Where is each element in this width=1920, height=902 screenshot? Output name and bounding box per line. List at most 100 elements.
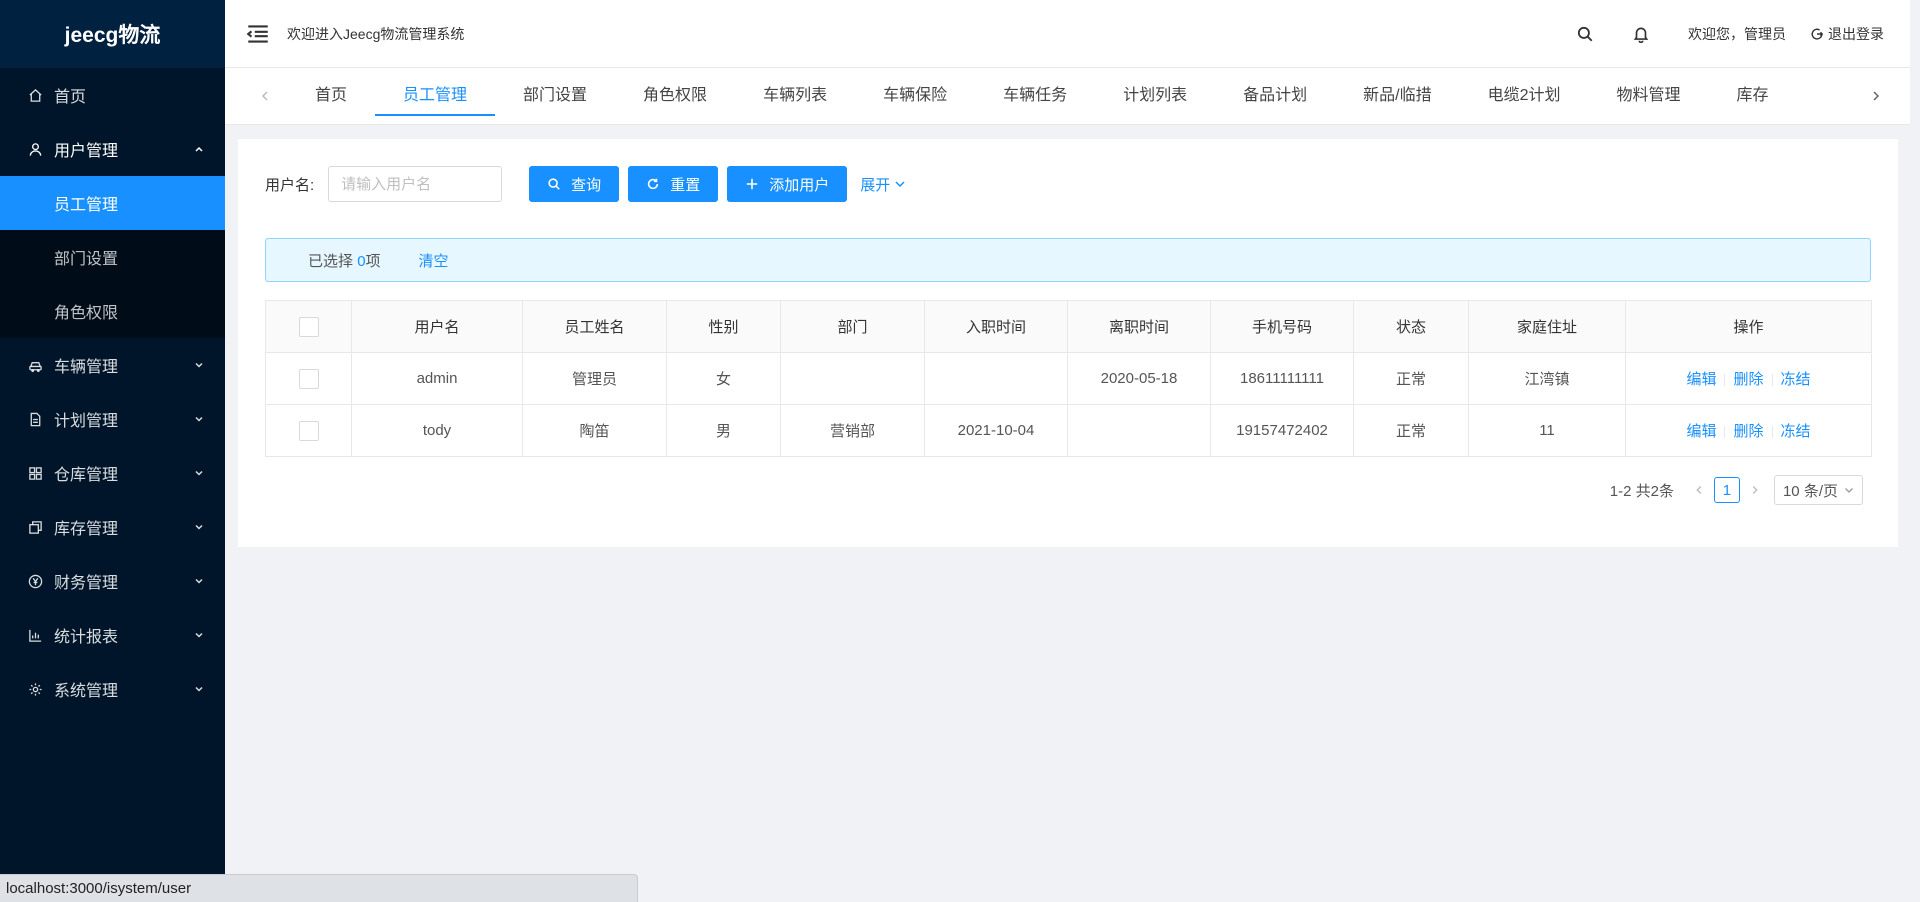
cell-name: 陶笛 [522,404,667,457]
menu-fold-icon[interactable] [245,21,271,47]
add-user-button[interactable]: 添加用户 [727,166,848,202]
sidebar-item-label: 财务管理 [54,575,119,592]
sidebar-item-label: 车辆管理 [54,359,119,376]
select-all-checkbox[interactable] [298,316,319,337]
delete-link[interactable]: 删除 [1733,423,1763,440]
selection-count: 0 [357,252,366,270]
tab-item[interactable]: 车辆任务 [975,68,1095,124]
chevron-down-icon [195,416,203,422]
bell-icon[interactable] [1632,25,1650,43]
sidebar-item-statistics-reports[interactable]: 统计报表 [0,608,225,662]
sidebar-item-role-permissions[interactable]: 角色权限 [0,284,225,338]
edit-link[interactable]: 编辑 [1686,371,1716,388]
search-icon[interactable] [1576,25,1594,43]
sidebar-item-finance-management[interactable]: 财务管理 [0,554,225,608]
page-number-1[interactable]: 1 [1713,477,1740,503]
table-header-row: 用户名 员工姓名 性别 部门 入职时间 离职时间 手机号码 状态 家庭住址 操作 [265,300,1872,353]
sidebar-item-warehouse-management[interactable]: 仓库管理 [0,446,225,500]
copy-icon [26,518,44,536]
column-header: 操作 [1625,300,1872,353]
sidebar-item-label: 首页 [54,89,87,106]
sidebar-item-inventory-management[interactable]: 库存管理 [0,500,225,554]
user-greeting[interactable]: 欢迎您，管理员 [1688,24,1786,44]
query-button[interactable]: 查询 [529,166,620,202]
gear-icon [26,680,44,698]
tab-item[interactable]: 物料管理 [1589,68,1709,124]
cell-status: 正常 [1353,352,1469,405]
cell-phone: 19157472402 [1210,404,1354,457]
sidebar-item-system-management[interactable]: 系统管理 [0,662,225,716]
column-header: 用户名 [351,300,523,353]
cell-username: tody [351,404,523,457]
delete-link[interactable]: 删除 [1733,371,1763,388]
sidebar-item-label: 计划管理 [54,413,119,430]
username-input[interactable] [328,166,503,202]
column-header: 状态 [1353,300,1469,353]
browser-status-bar: localhost:3000/isystem/user [0,874,638,902]
tab-item[interactable]: 新品/临措 [1335,68,1459,124]
sidebar-item-home[interactable]: 首页 [0,68,225,122]
tab-item[interactable]: 部门设置 [495,68,615,124]
file-icon [26,410,44,428]
freeze-link[interactable]: 冻结 [1781,371,1811,388]
user-table: 用户名 员工姓名 性别 部门 入职时间 离职时间 手机号码 状态 家庭住址 操作 admin 管理员… [265,300,1872,457]
table-row: tody 陶笛男营销部 2021-10-04 19157472402 正常 11 编辑 删除 冻… [265,404,1872,457]
sidebar-item-label: 系统管理 [54,683,119,700]
divider [1724,374,1726,387]
prev-page-icon[interactable] [1692,483,1706,497]
tabs-bar: 首页 员工管理 部门设置 角色权限 车辆列表 车辆保险 车辆任务 计划列表 备品计划 新品/临措电… [225,68,1910,125]
divider [1771,374,1773,387]
cell-leave [1067,404,1211,457]
tab-item[interactable]: 角色权限 [615,68,735,124]
page-size-select[interactable]: 10 条/页 [1773,475,1863,505]
sidebar: jeecg物流 首页 用户管理 员工管理 部门设置 角色权限 车辆管理 计划管理… [0,0,225,902]
tab-item[interactable]: 电缆2计划 [1460,68,1589,124]
next-page-icon[interactable] [1748,483,1762,497]
selection-text: 已选择 0项 [308,250,381,271]
logout-button[interactable]: 退出登录 [1810,24,1884,44]
chevron-down-icon [195,362,203,368]
reload-icon [648,178,659,190]
tab-item[interactable]: 库存 [1709,68,1797,124]
main-card: 用户名: 查询 重置 添加用户 展开 已选择 0项 清空 [238,139,1898,547]
row-checkbox[interactable] [298,420,319,441]
search-icon [548,178,560,190]
clear-selection-link[interactable]: 清空 [419,250,449,271]
tab-item[interactable]: 车辆列表 [735,68,855,124]
pagination-total: 1-2 共2条 [1609,482,1674,500]
tab-item[interactable]: 首页 [287,68,375,124]
column-header: 手机号码 [1210,300,1354,353]
sidebar-item-user-management[interactable]: 用户管理 [0,122,225,176]
cell-address: 江湾镇 [1468,352,1626,405]
expand-link[interactable]: 展开 [860,174,906,195]
sidebar-item-plan-management[interactable]: 计划管理 [0,392,225,446]
app-logo[interactable]: jeecg物流 [0,0,225,68]
tabs-prev-icon[interactable] [257,88,273,104]
tab-item[interactable]: 计划列表 [1095,68,1215,124]
sidebar-item-vehicle-management[interactable]: 车辆管理 [0,338,225,392]
table-row: admin 管理员女 2020-05-18 18611111111 正常 江湾镇 编辑 删除 冻… [265,352,1872,405]
tab-item[interactable]: 员工管理 [375,68,496,124]
username-label: 用户名: [265,176,315,194]
tab-item[interactable]: 备品计划 [1215,68,1335,124]
tabs-next-icon[interactable] [1868,88,1884,104]
sidebar-item-label: 库存管理 [54,521,119,538]
row-select-cell [265,352,352,405]
row-checkbox[interactable] [298,368,319,389]
top-header: 欢迎进入Jeecg物流管理系统 欢迎您，管理员 退出登录 [225,0,1910,68]
freeze-link[interactable]: 冻结 [1781,423,1811,440]
select-all-cell [265,300,352,353]
tab-item[interactable]: 车辆保险 [855,68,975,124]
chevron-down-icon [195,470,203,476]
sidebar-item-employee-management[interactable]: 员工管理 [0,176,225,230]
column-header: 员工姓名 [522,300,667,353]
reset-button[interactable]: 重置 [628,166,719,202]
cell-phone: 18611111111 [1210,352,1354,405]
edit-link[interactable]: 编辑 [1686,423,1716,440]
cell-dept: 营销部 [780,404,925,457]
sidebar-item-department-settings[interactable]: 部门设置 [0,230,225,284]
column-header: 部门 [780,300,925,353]
cell-gender: 男 [666,404,781,457]
chevron-down-icon [195,578,203,584]
page-size-value: 10 条/页 [1782,482,1838,500]
